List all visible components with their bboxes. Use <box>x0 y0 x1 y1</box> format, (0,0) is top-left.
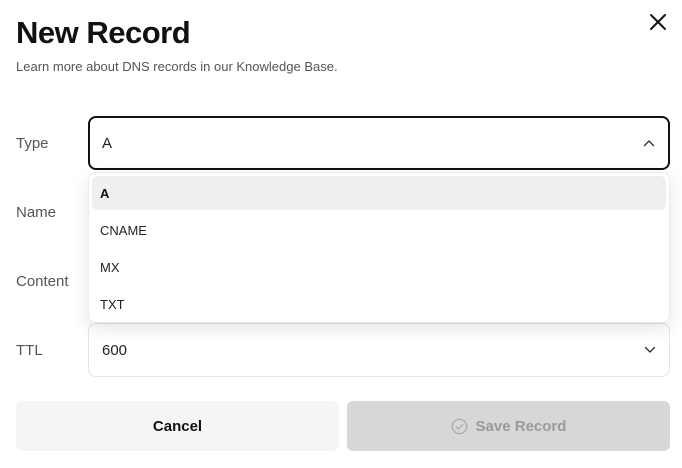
ttl-select[interactable]: 600 <box>88 323 670 377</box>
type-select[interactable]: A <box>88 116 670 170</box>
dropdown-option-txt[interactable]: TXT <box>92 287 666 321</box>
type-select-value: A <box>102 134 113 152</box>
dropdown-option-cname[interactable]: CNAME <box>92 213 666 247</box>
ttl-select-value: 600 <box>102 341 128 359</box>
ttl-label: TTL <box>16 342 43 359</box>
new-record-dialog: New Record Learn more about DNS records … <box>0 0 682 468</box>
chevron-down-icon <box>643 343 657 357</box>
cancel-button[interactable]: Cancel <box>16 401 339 451</box>
type-dropdown-list: A CNAME MX TXT <box>88 172 670 323</box>
close-button[interactable] <box>646 10 670 34</box>
save-record-button[interactable]: Save Record <box>347 401 670 451</box>
save-record-label: Save Record <box>475 417 567 435</box>
dropdown-option-mx[interactable]: MX <box>92 250 666 284</box>
close-icon <box>650 14 666 30</box>
check-circle-icon <box>451 418 467 434</box>
content-label: Content <box>16 273 69 290</box>
type-label: Type <box>16 135 49 152</box>
page-title: New Record <box>16 15 191 50</box>
dialog-subtitle: Learn more about DNS records in our Know… <box>16 59 338 74</box>
chevron-up-icon <box>642 136 656 150</box>
name-label: Name <box>16 204 57 221</box>
dropdown-option-a[interactable]: A <box>92 176 666 210</box>
